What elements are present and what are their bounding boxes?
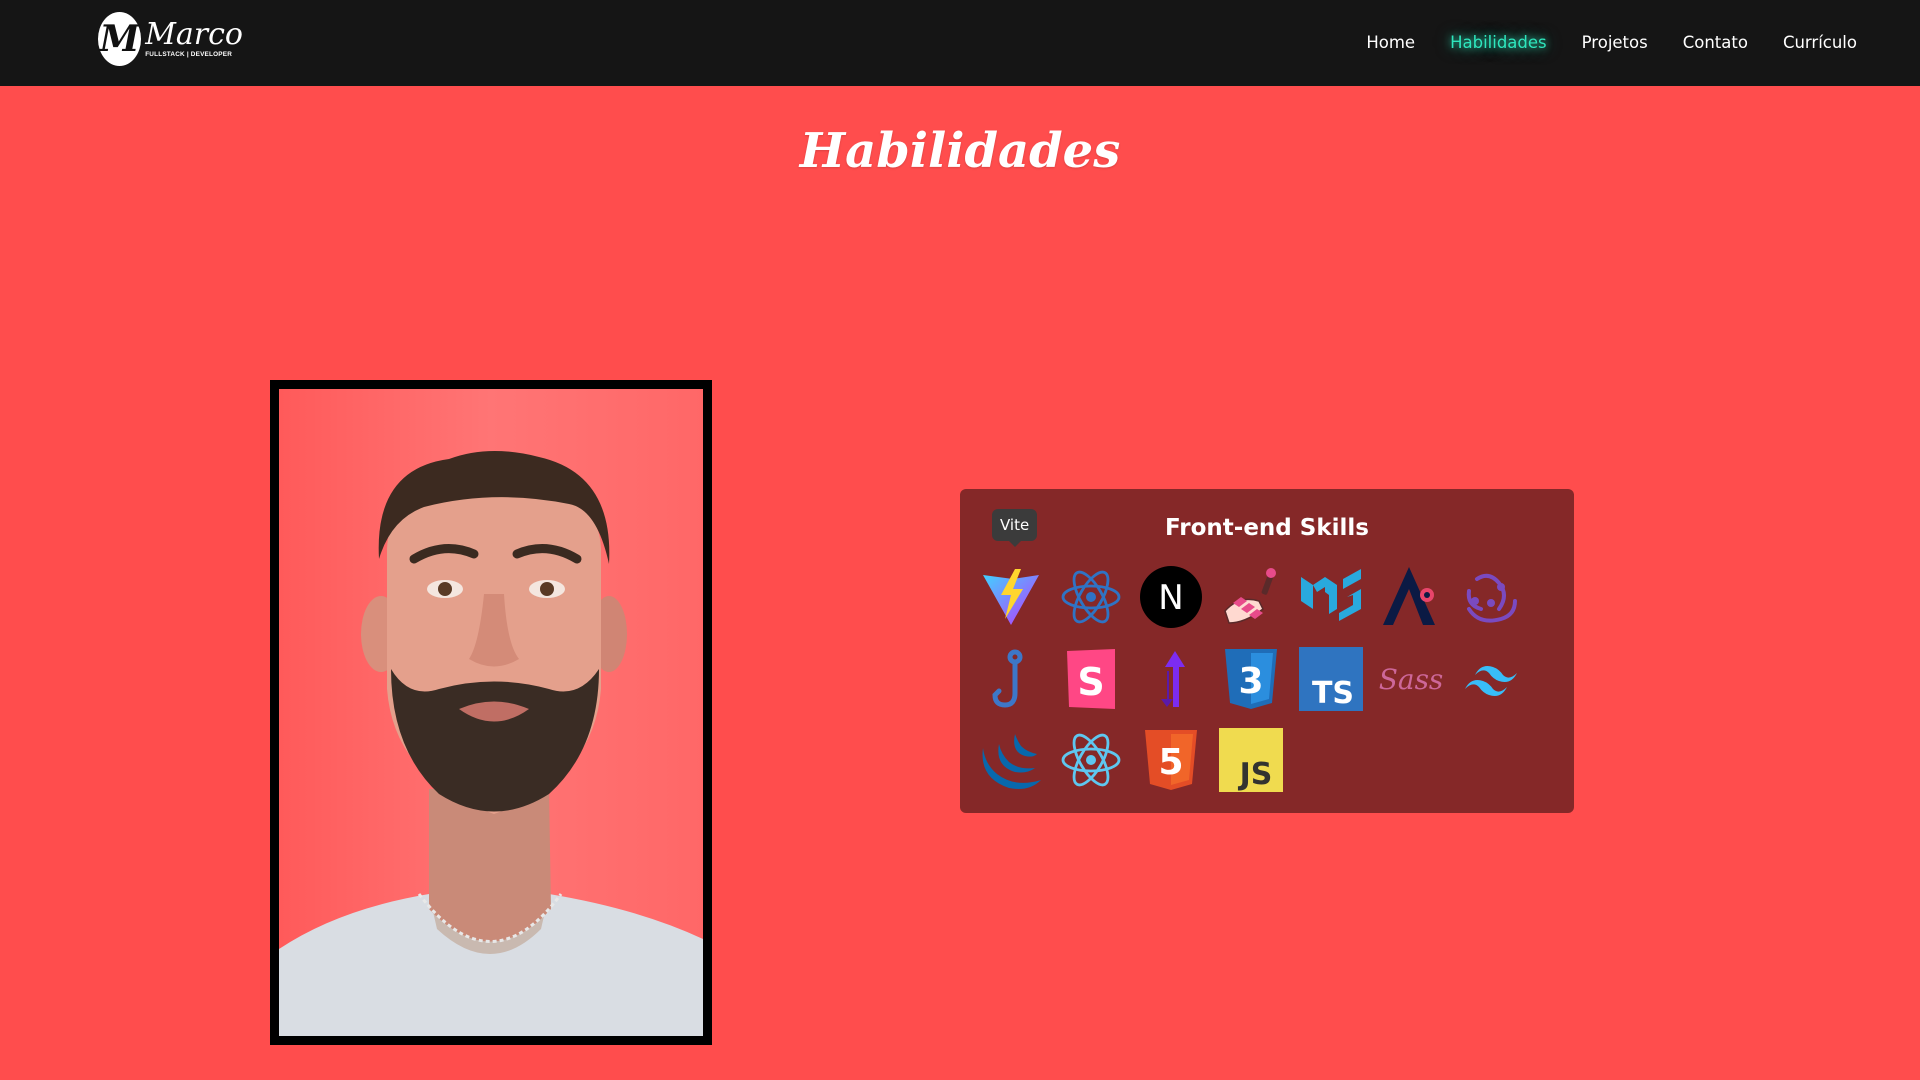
sass-icon[interactable]: Sass — [1379, 647, 1443, 711]
material-ui-icon[interactable] — [1299, 565, 1363, 629]
nextjs-letter: N — [1158, 578, 1183, 618]
logo-text: Marco FULLSTACK | DEVELOPER — [145, 17, 243, 59]
logo-subtitle: FULLSTACK | DEVELOPER — [145, 51, 233, 58]
typescript-icon[interactable]: TS — [1299, 647, 1363, 711]
nav-projetos[interactable]: Projetos — [1582, 31, 1648, 55]
logo-badge: M — [98, 12, 142, 66]
portrait-image — [279, 389, 703, 1036]
nav-curriculo[interactable]: Currículo — [1783, 31, 1857, 55]
sass-wordmark: Sass — [1379, 663, 1443, 696]
ant-design-icon[interactable] — [1379, 565, 1443, 629]
storybook-letter: S — [1077, 660, 1104, 704]
javascript-label: JS — [1238, 757, 1273, 792]
nav-habilidades[interactable]: Habilidades — [1450, 31, 1547, 55]
react-native-icon[interactable] — [1059, 728, 1123, 792]
portrait-frame — [270, 380, 712, 1045]
styled-components-icon[interactable] — [1139, 647, 1203, 711]
hook-icon[interactable] — [979, 647, 1043, 711]
javascript-icon[interactable]: JS — [1219, 728, 1283, 792]
main-nav: Home Habilidades Projetos Contato Curríc… — [1331, 31, 1857, 55]
navbar: M Marco FULLSTACK | DEVELOPER Home Habil… — [0, 0, 1920, 86]
portrait-illustration — [279, 450, 703, 1036]
logo-name: Marco — [145, 17, 243, 52]
storybook-icon[interactable]: S — [1059, 647, 1123, 711]
nav-home[interactable]: Home — [1366, 31, 1415, 55]
html5-numeral: 5 — [1158, 742, 1183, 783]
tailwind-icon[interactable] — [1459, 647, 1523, 711]
jquery-icon[interactable] — [979, 728, 1043, 792]
skill-tooltip: Vite — [992, 509, 1038, 547]
page-title: Habilidades — [799, 123, 1121, 179]
typescript-label: TS — [1312, 676, 1354, 711]
css3-icon[interactable]: 3 — [1219, 647, 1283, 711]
css3-numeral: 3 — [1238, 661, 1263, 702]
skills-card-title: Front-end Skills — [1165, 515, 1369, 541]
skills-card: Front-end Skills Vite N S 3 TS Sass 5 JS — [960, 489, 1574, 813]
logo-letter: M — [99, 18, 140, 60]
nail-polish-icon[interactable] — [1219, 565, 1283, 629]
nav-contato[interactable]: Contato — [1683, 31, 1748, 55]
nextjs-icon[interactable]: N — [1139, 565, 1203, 629]
html5-icon[interactable]: 5 — [1139, 728, 1203, 792]
react-icon[interactable] — [1059, 565, 1123, 629]
redux-icon[interactable] — [1459, 565, 1523, 629]
vite-icon[interactable] — [979, 565, 1043, 629]
site-logo[interactable]: M Marco FULLSTACK | DEVELOPER — [98, 10, 243, 68]
